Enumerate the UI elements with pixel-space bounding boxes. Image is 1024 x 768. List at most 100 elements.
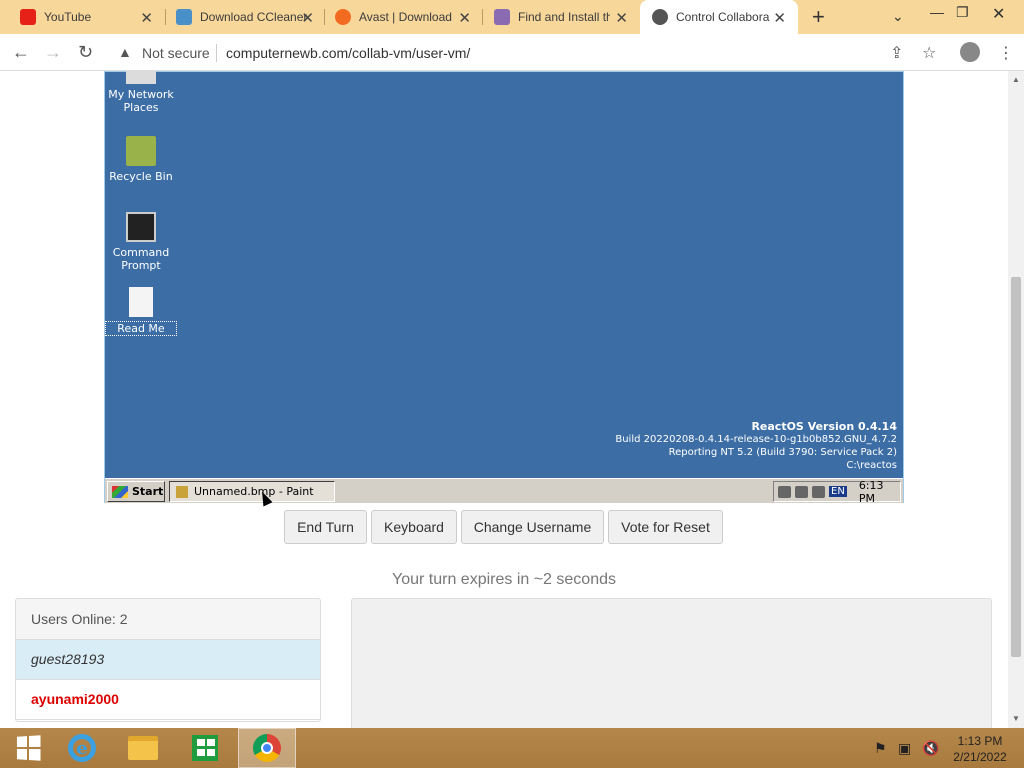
taskbar-file-explorer[interactable] [115,728,171,768]
close-window-icon[interactable]: ✕ [992,4,1005,24]
chrome-icon [253,734,281,762]
close-icon[interactable]: ✕ [140,9,153,27]
desktop-icon-recycle-bin[interactable]: Recycle Bin [105,136,177,183]
taskbar-internet-explorer[interactable]: e [54,728,110,768]
find-install-icon [494,9,510,25]
url-input[interactable]: computernewb.com/collab-vm/user-vm/ [226,45,470,61]
tab-control-collabvm[interactable]: Control Collabora ✕ [640,0,798,34]
vm-clock[interactable]: 6:13 PM [859,479,900,505]
start-label: Start [132,485,164,498]
collabvm-icon [652,9,668,25]
network-icon[interactable] [812,485,825,498]
tab-avast[interactable]: Avast | Download ✕ [315,0,483,34]
desktop-icon-label: Read Me [105,321,177,336]
tab-label: Avast | Download [359,10,452,24]
tab-label: Find and Install th [518,10,610,24]
back-icon[interactable]: ← [12,42,30,63]
paint-icon [176,485,188,498]
clock-time: 1:13 PM [957,734,1003,748]
internet-explorer-icon: e [68,734,96,762]
menu-kebab-icon[interactable]: ⋮ [998,43,1014,63]
end-turn-button[interactable]: End Turn [284,510,367,544]
tab-search-chevron-icon[interactable]: ⌄ [892,8,904,25]
version-build: Build 20220208-0.4.14-release-10-g1b0b85… [615,434,897,445]
lock-icon[interactable] [795,485,808,498]
clock-date: 2/21/2022 [953,750,1007,764]
warning-icon[interactable]: ▲ [118,44,132,60]
close-icon[interactable]: ✕ [773,9,786,27]
profile-avatar[interactable] [960,42,980,62]
close-icon[interactable]: ✕ [615,9,628,27]
vm-screen[interactable]: My Network Places Recycle Bin Command Pr… [104,71,904,505]
user-row[interactable]: ayunami2000 [16,680,320,720]
chat-panel [351,598,992,728]
page-content: My Network Places Recycle Bin Command Pr… [0,71,1008,728]
scroll-up-icon[interactable]: ▲ [1012,75,1020,84]
version-title: ReactOS Version 0.4.14 [751,420,897,433]
vm-start-button[interactable]: Start [107,481,165,502]
version-reporting: Reporting NT 5.2 (Build 3790: Service Pa… [668,447,897,458]
tab-label: Download CCleaner [200,10,308,24]
vm-tray: EN 6:13 PM [773,479,901,505]
network-icon[interactable]: ▣ [898,740,911,757]
desktop-icon-read-me[interactable]: Read Me [105,287,177,336]
volume-icon[interactable] [778,485,791,498]
task-label: Unnamed.bmp - Paint [194,485,314,498]
close-icon[interactable]: ✕ [458,9,471,27]
vote-for-reset-button[interactable]: Vote for Reset [608,510,723,544]
windows-logo-icon [16,735,41,761]
action-center-flag-icon[interactable]: ⚑ [874,740,887,757]
page-scrollbar[interactable]: ▲ ▼ [1008,71,1024,728]
desktop-icon-network-places[interactable]: My Network Places [105,71,177,114]
scroll-down-icon[interactable]: ▼ [1012,714,1020,723]
read-me-icon [129,287,153,317]
tab-strip: YouTube ✕ Download CCleaner ✕ Avast | Do… [0,0,1024,34]
tab-ccleaner[interactable]: Download CCleaner ✕ [156,0,326,34]
taskbar-chrome[interactable] [238,728,296,768]
language-indicator[interactable]: EN [829,486,847,497]
store-icon [192,735,218,761]
recycle-bin-icon [126,136,156,166]
volume-muted-icon[interactable]: 🔇 [922,740,939,757]
keyboard-button[interactable]: Keyboard [371,510,457,544]
users-online-header: Users Online: 2 [16,599,320,640]
minimize-icon[interactable]: — [930,4,944,20]
address-bar: ← → ↻ ▲ Not secure computernewb.com/coll… [0,34,1024,71]
desktop-icon-label: Command Prompt [112,246,170,272]
tab-find-install[interactable]: Find and Install th ✕ [474,0,640,34]
vm-taskbar: Start Unnamed.bmp - Paint EN 6:13 PM [105,478,903,505]
ccleaner-icon [176,9,192,25]
share-icon[interactable]: ⇪ [890,43,903,63]
taskbar-store[interactable] [177,728,233,768]
system-clock[interactable]: 1:13 PM 2/21/2022 [946,733,1014,765]
bookmark-star-icon[interactable]: ☆ [922,43,936,63]
youtube-icon [20,9,36,25]
user-row[interactable]: guest28193 [16,640,320,680]
reload-icon[interactable]: ↻ [78,42,93,63]
change-username-button[interactable]: Change Username [461,510,604,544]
tab-label: YouTube [44,10,92,24]
avast-icon [335,9,351,25]
command-prompt-icon [126,212,156,242]
restore-icon[interactable]: ❐ [956,4,969,21]
users-panel: Users Online: 2 guest28193 ayunami2000 [15,598,321,722]
close-icon[interactable]: ✕ [301,9,314,27]
folder-icon [128,736,158,760]
new-tab-icon[interactable]: + [812,4,825,30]
forward-icon[interactable]: → [44,42,62,63]
tab-youtube[interactable]: YouTube ✕ [0,0,165,34]
turn-message: Your turn expires in ~2 seconds [392,571,616,588]
windows-start-button[interactable] [0,728,56,768]
desktop-icon-command-prompt[interactable]: Command Prompt [105,212,177,272]
version-info: ReactOS Version 0.4.14 Build 20220208-0.… [615,420,897,472]
windows-taskbar: e ⚑ ▣ 🔇 1:13 PM 2/21/2022 [0,728,1024,768]
reactos-flag-icon [112,485,128,498]
version-path: C:\reactos [846,460,897,471]
vm-task-paint[interactable]: Unnamed.bmp - Paint [169,481,335,502]
network-places-icon [126,71,156,84]
scrollbar-thumb[interactable] [1011,277,1021,657]
desktop-icon-label: Recycle Bin [109,170,173,183]
tab-label: Control Collabora [676,10,770,24]
security-label[interactable]: Not secure [142,45,210,61]
desktop-icon-label: My Network Places [108,88,174,114]
